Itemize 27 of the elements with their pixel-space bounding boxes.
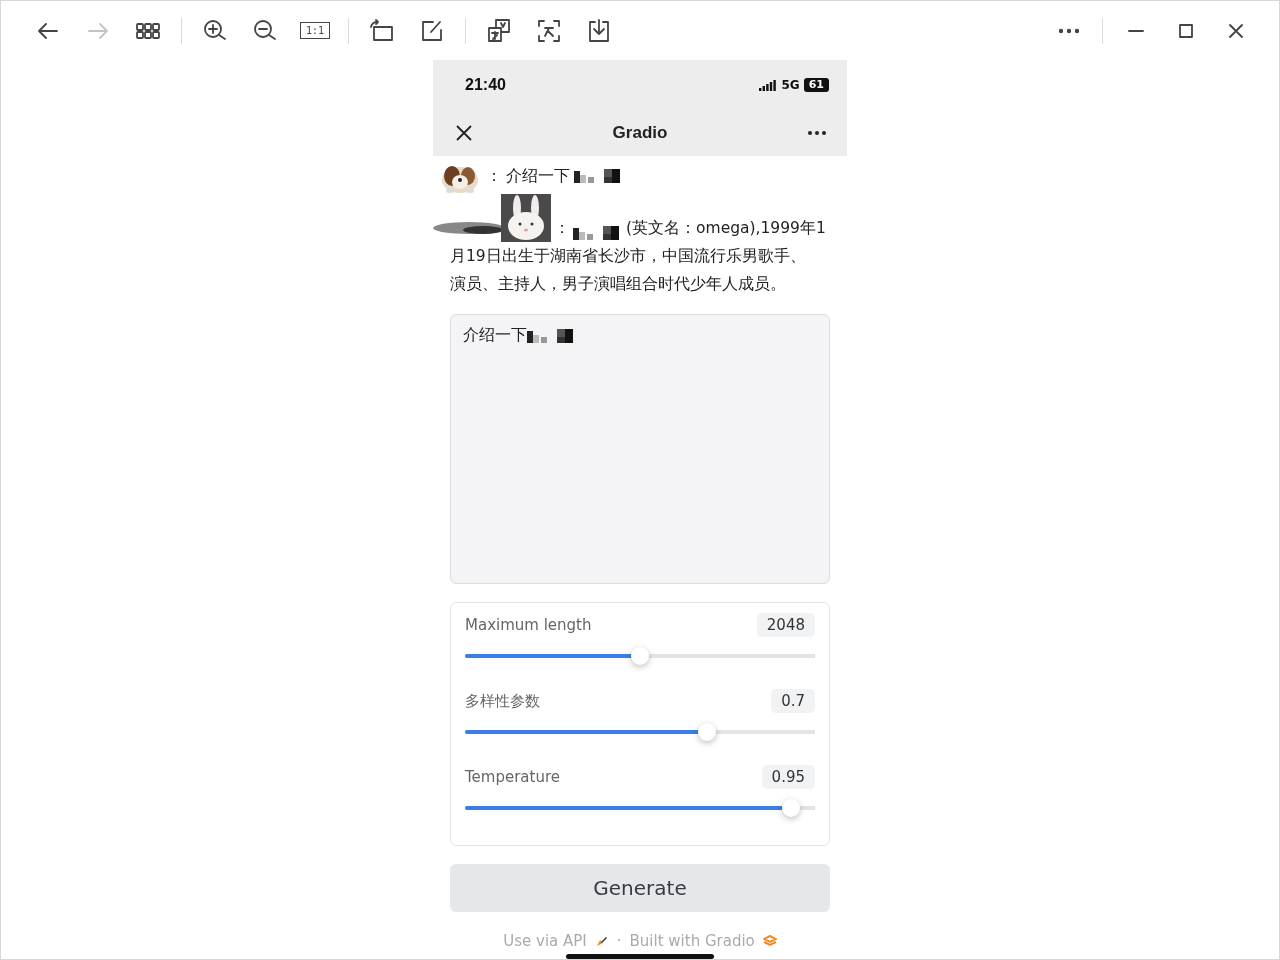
footer-separator: · — [616, 932, 622, 950]
network-label: 5G — [781, 78, 800, 92]
battery-indicator: 61 — [803, 78, 829, 92]
slider-thumb[interactable] — [631, 647, 649, 665]
signal-icon — [759, 79, 778, 91]
slider-value-field[interactable]: 0.7 — [771, 689, 815, 713]
actual-size-button[interactable]: 1:1 — [296, 12, 334, 49]
prompt-field[interactable]: 介绍一下 — [450, 314, 830, 584]
generate-button[interactable]: Generate — [450, 864, 830, 912]
close-icon[interactable] — [455, 124, 473, 142]
slider-thumb[interactable] — [697, 723, 716, 741]
slider-thumb[interactable] — [781, 799, 800, 817]
message-separator: ： — [554, 218, 570, 239]
slider-label: Maximum length — [465, 616, 592, 634]
slider-label: 多样性参数 — [465, 691, 540, 711]
bot-message-line: 演员、主持人，男子演唱组合时代少年人成员。 — [450, 274, 786, 295]
slider-label: Temperature — [465, 768, 561, 786]
status-time: 21:40 — [465, 76, 506, 94]
page-title: Gradio — [612, 123, 668, 143]
bot-message-line: (英文名：omega),1999年1 — [626, 218, 826, 239]
slider-value-field[interactable]: 2048 — [756, 613, 815, 637]
slider-value-field[interactable]: 0.95 — [761, 765, 815, 789]
gradio-logo-icon — [762, 935, 777, 947]
more-icon[interactable] — [807, 130, 827, 136]
bot-message-line: 月19日出生于湖南省长沙市，中国流行乐男歌手、 — [450, 246, 806, 267]
user-message: 介绍一下 — [506, 165, 570, 187]
message-separator: ： — [486, 165, 502, 187]
